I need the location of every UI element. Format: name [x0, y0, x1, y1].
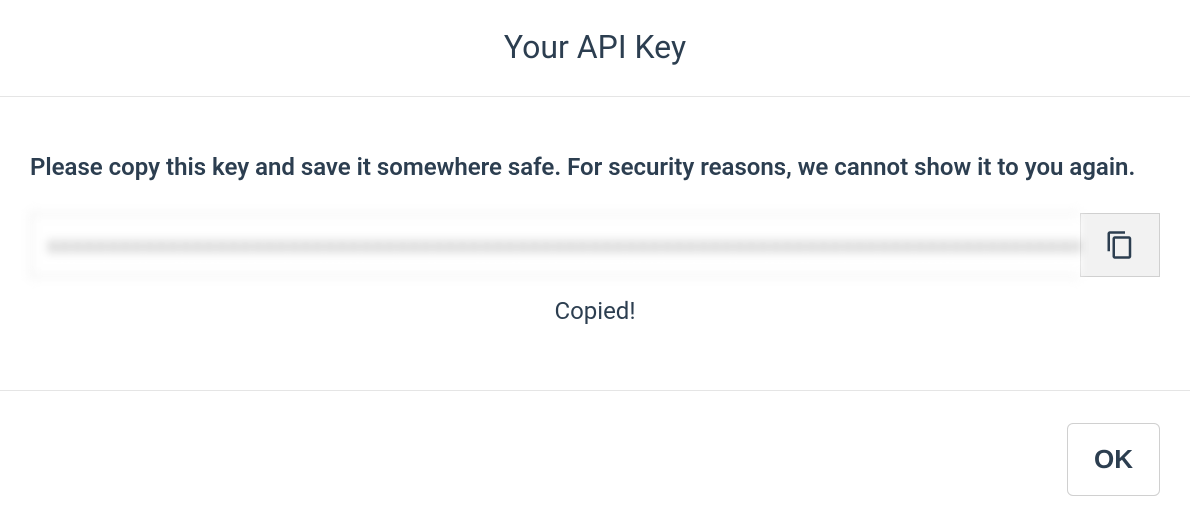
modal-title: Your API Key [0, 28, 1190, 66]
copy-icon [1105, 230, 1135, 260]
copy-button[interactable] [1080, 213, 1160, 277]
api-key-modal: Your API Key Please copy this key and sa… [0, 0, 1190, 528]
modal-header: Your API Key [0, 0, 1190, 97]
instruction-text: Please copy this key and save it somewhe… [30, 145, 1160, 189]
ok-button[interactable]: OK [1067, 423, 1160, 496]
api-key-field[interactable]: xxxxxxxxxxxxxxxxxxxxxxxxxxxxxxxxxxxxxxxx… [30, 213, 1080, 277]
api-key-row: xxxxxxxxxxxxxxxxxxxxxxxxxxxxxxxxxxxxxxxx… [30, 213, 1160, 277]
modal-footer: OK [0, 391, 1190, 528]
copied-status: Copied! [30, 297, 1160, 325]
modal-body: Please copy this key and save it somewhe… [0, 97, 1190, 391]
